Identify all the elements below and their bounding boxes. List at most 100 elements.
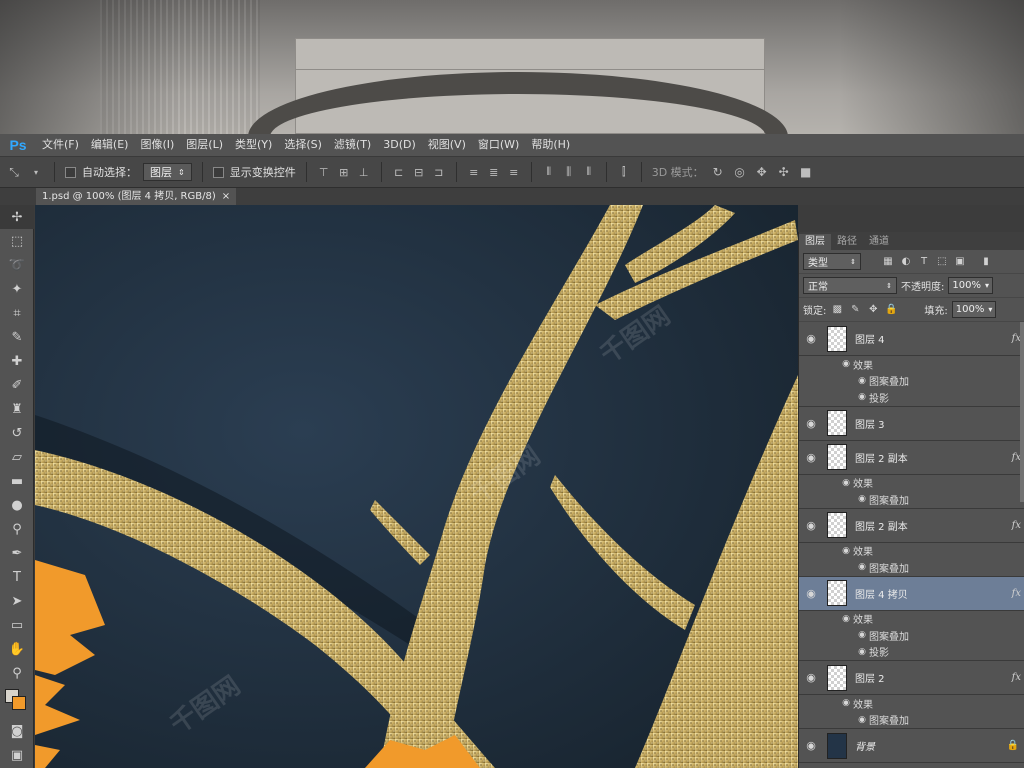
filter-toggle-icon[interactable]: ▮ bbox=[979, 255, 993, 269]
fx-icon[interactable]: fx bbox=[1012, 672, 1021, 683]
effect-item[interactable]: ◉ 投影 bbox=[799, 389, 1024, 406]
distribute-hcenter-icon[interactable]: ⫼ bbox=[562, 165, 576, 179]
fill-input[interactable]: 100% ▾ bbox=[951, 301, 997, 318]
menu-type[interactable]: 类型(Y) bbox=[229, 134, 278, 156]
eyedropper-tool-icon[interactable]: ✎ bbox=[0, 325, 34, 349]
screen-mode-icon[interactable]: ▣ bbox=[0, 743, 34, 767]
gradient-tool-icon[interactable]: ▬ bbox=[0, 469, 34, 493]
layer-row[interactable]: ◉ 图层 2 副本 fx bbox=[799, 441, 1024, 475]
chevron-down-icon[interactable]: ▾ bbox=[985, 281, 989, 290]
color-swatches[interactable] bbox=[0, 685, 33, 719]
layer-row[interactable]: ◉ 图层 2 fx bbox=[799, 661, 1024, 695]
auto-select-checkbox[interactable] bbox=[65, 166, 76, 178]
type-tool-icon[interactable]: T bbox=[0, 565, 34, 589]
drag-3d-icon[interactable]: ✥ bbox=[754, 164, 770, 180]
show-transform-checkbox[interactable] bbox=[212, 166, 224, 178]
document-tab[interactable]: 1.psd @ 100% (图层 4 拷贝, RGB/8) × bbox=[36, 188, 237, 205]
eye-icon[interactable]: ◉ bbox=[855, 392, 869, 402]
layer-row[interactable]: ◉ 图层 3 bbox=[799, 407, 1024, 441]
fx-icon[interactable]: fx bbox=[1012, 520, 1021, 531]
effects-row[interactable]: ◉ 效果 bbox=[799, 695, 1024, 712]
background-color-swatch[interactable] bbox=[12, 696, 26, 710]
eye-icon[interactable]: ◉ bbox=[855, 562, 869, 572]
dodge-tool-icon[interactable]: ⚲ bbox=[0, 517, 34, 541]
eye-icon[interactable]: ◉ bbox=[855, 715, 869, 725]
tab-layers[interactable]: 图层 bbox=[799, 234, 831, 250]
healing-brush-tool-icon[interactable]: ✚ bbox=[0, 349, 34, 373]
rotate-3d-icon[interactable]: ↻ bbox=[710, 164, 726, 180]
effect-item[interactable]: ◉ 图案叠加 bbox=[799, 373, 1024, 390]
document-canvas[interactable]: 千图网 千图网 千图网 bbox=[35, 205, 798, 768]
eye-icon[interactable]: ◉ bbox=[855, 630, 869, 640]
crop-tool-icon[interactable]: ⌗ bbox=[0, 301, 34, 325]
smart-object-filter-icon[interactable]: ▣ bbox=[953, 255, 967, 269]
lock-transparent-icon[interactable]: ▩ bbox=[830, 303, 844, 317]
effects-row[interactable]: ◉ 效果 bbox=[799, 543, 1024, 560]
auto-select-dropdown[interactable]: 图层 ⇕ bbox=[143, 163, 192, 181]
align-vcenter-icon[interactable]: ⊞ bbox=[337, 165, 351, 179]
layer-row[interactable]: ◉ 图层 2 副本 fx bbox=[799, 509, 1024, 543]
effect-item[interactable]: ◉ 图案叠加 bbox=[799, 491, 1024, 508]
stamp-tool-icon[interactable]: ♜ bbox=[0, 397, 34, 421]
quick-mask-icon[interactable]: ◙ bbox=[0, 719, 34, 743]
menu-filter[interactable]: 滤镜(T) bbox=[328, 134, 377, 156]
menu-image[interactable]: 图像(I) bbox=[134, 134, 180, 156]
eye-icon[interactable]: ◉ bbox=[855, 376, 869, 386]
effects-row[interactable]: ◉ 效果 bbox=[799, 611, 1024, 628]
path-selection-tool-icon[interactable]: ➤ bbox=[0, 589, 34, 613]
hand-tool-icon[interactable]: ✋ bbox=[0, 637, 34, 661]
panel-scrollbar[interactable] bbox=[1020, 322, 1024, 502]
lock-position-icon[interactable]: ✥ bbox=[866, 303, 880, 317]
brush-tool-icon[interactable]: ✐ bbox=[0, 373, 34, 397]
pen-tool-icon[interactable]: ✒ bbox=[0, 541, 34, 565]
chevron-down-icon[interactable]: ▾ bbox=[988, 305, 992, 314]
eye-icon[interactable]: ◉ bbox=[839, 546, 853, 556]
blur-tool-icon[interactable]: ● bbox=[0, 493, 34, 517]
fx-icon[interactable]: fx bbox=[1012, 588, 1021, 599]
visibility-eye-icon[interactable]: ◉ bbox=[799, 451, 823, 464]
rectangle-tool-icon[interactable]: ▭ bbox=[0, 613, 34, 637]
menu-edit[interactable]: 编辑(E) bbox=[85, 134, 135, 156]
align-left-icon[interactable]: ⊏ bbox=[392, 165, 406, 179]
eye-icon[interactable]: ◉ bbox=[855, 647, 869, 657]
eraser-tool-icon[interactable]: ▱ bbox=[0, 445, 34, 469]
opacity-input[interactable]: 100% ▾ bbox=[948, 277, 993, 294]
move-tool-preset-icon[interactable]: ⤡ bbox=[6, 164, 22, 180]
align-hcenter-icon[interactable]: ⊟ bbox=[412, 165, 426, 179]
menu-file[interactable]: 文件(F) bbox=[36, 134, 85, 156]
menu-select[interactable]: 选择(S) bbox=[278, 134, 328, 156]
image-filter-icon[interactable]: ▦ bbox=[881, 255, 895, 269]
align-bottom-icon[interactable]: ⊥ bbox=[357, 165, 371, 179]
shape-filter-icon[interactable]: ⬚ bbox=[935, 255, 949, 269]
menu-view[interactable]: 视图(V) bbox=[422, 134, 472, 156]
layer-row-background[interactable]: ◉ 背景 🔒 bbox=[799, 729, 1024, 763]
effect-item[interactable]: ◉ 图案叠加 bbox=[799, 627, 1024, 644]
align-right-icon[interactable]: ⊐ bbox=[432, 165, 446, 179]
visibility-eye-icon[interactable]: ◉ bbox=[799, 739, 823, 752]
visibility-eye-icon[interactable]: ◉ bbox=[799, 519, 823, 532]
lock-pixels-icon[interactable]: ✎ bbox=[848, 303, 862, 317]
eye-icon[interactable]: ◉ bbox=[839, 359, 853, 369]
tab-paths[interactable]: 路径 bbox=[831, 234, 863, 250]
type-filter-icon[interactable]: T bbox=[917, 255, 931, 269]
eye-icon[interactable]: ◉ bbox=[839, 478, 853, 488]
visibility-eye-icon[interactable]: ◉ bbox=[799, 587, 823, 600]
slide-3d-icon[interactable]: ✣ bbox=[776, 164, 792, 180]
move-tool-icon[interactable]: ✢ bbox=[0, 205, 34, 229]
magic-wand-tool-icon[interactable]: ✦ bbox=[0, 277, 34, 301]
distribute-top-icon[interactable]: ≡ bbox=[467, 165, 481, 179]
close-icon[interactable]: × bbox=[222, 188, 230, 205]
layer-row-selected[interactable]: ◉ 图层 4 拷贝 fx bbox=[799, 576, 1024, 611]
visibility-eye-icon[interactable]: ◉ bbox=[799, 417, 823, 430]
roll-3d-icon[interactable]: ◎ bbox=[732, 164, 748, 180]
eye-icon[interactable]: ◉ bbox=[839, 614, 853, 624]
eye-icon[interactable]: ◉ bbox=[839, 698, 853, 708]
visibility-eye-icon[interactable]: ◉ bbox=[799, 332, 823, 345]
effects-row[interactable]: ◉ 效果 bbox=[799, 356, 1024, 373]
effect-item[interactable]: ◉ 图案叠加 bbox=[799, 559, 1024, 576]
effects-row[interactable]: ◉ 效果 bbox=[799, 475, 1024, 492]
effect-item[interactable]: ◉ 图案叠加 bbox=[799, 712, 1024, 729]
marquee-tool-icon[interactable]: ⬚ bbox=[0, 229, 34, 253]
adjustment-filter-icon[interactable]: ◐ bbox=[899, 255, 913, 269]
menu-help[interactable]: 帮助(H) bbox=[525, 134, 576, 156]
